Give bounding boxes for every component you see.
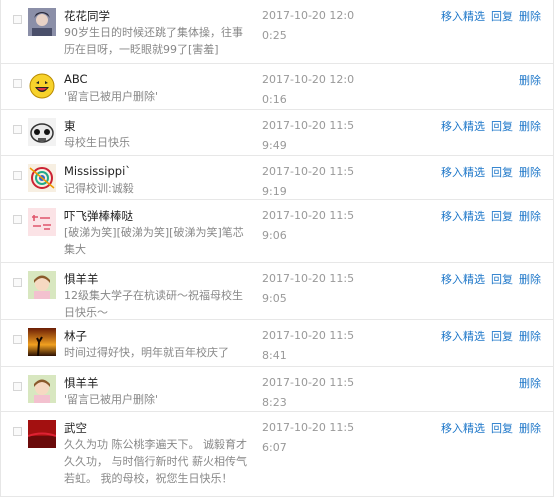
red-landscape-avatar-icon [28,420,56,448]
pink-text-avatar-icon [28,208,56,236]
message-time: 2017-10-20 12:00:25 [262,9,355,42]
delete-button[interactable]: 删除 [519,120,541,133]
message-row: 惧羊羊 '留言已被用户删除' 2017-10-20 11:58:23 删除 [1,367,553,412]
message-content: '留言已被用户删除' [64,393,159,406]
row-actions: 移入精选 回复 删除 [435,208,541,224]
message-time: 2017-10-20 11:59:19 [262,165,355,198]
sunset-avatar-icon [28,328,56,356]
user-name: 花花同学 [64,9,110,23]
user-name: 吓飞弹棒棒哒 [64,209,133,223]
robot-avatar-icon [28,118,56,146]
user-name: 惧羊羊 [64,272,99,286]
delete-button[interactable]: 删除 [519,273,541,286]
user-name: 惧羊羊 [64,376,99,390]
feature-button[interactable]: 移入精选 [441,10,485,23]
user-name: 武空 [64,421,87,435]
message-content: 记得校训:诚毅 [64,182,134,195]
message-content: 母校生日快乐 [64,136,130,149]
row-actions: 移入精选 回复 删除 [435,328,541,344]
delete-button[interactable]: 删除 [519,210,541,223]
message-content: 90岁生日的时候还跳了集体操，往事历在目呀，一眨眼就99了[害羞] [64,26,243,56]
message-row: 武空久久为功 陈公桃李遍天下。 诚毅育才久久功， 与时偕行新时代 薪火相传气若虹… [1,412,553,497]
message-time: 2017-10-20 11:59:06 [262,209,355,242]
row-actions: 移入精选 回复 删除 [435,420,541,436]
message-content: '留言已被用户删除' [64,90,159,103]
message-content: 久久为功 陈公桃李遍天下。 诚毅育才久久功， 与时偕行新时代 薪火相传气若虹。 … [64,438,247,485]
feature-button[interactable]: 移入精选 [441,330,485,343]
avatar-photo-icon [28,8,56,36]
row-checkbox[interactable] [13,215,22,224]
row-actions: 删除 [513,375,541,391]
row-actions: 移入精选 回复 删除 [435,164,541,180]
row-checkbox[interactable] [13,79,22,88]
reply-button[interactable]: 回复 [491,120,513,133]
row-checkbox[interactable] [13,427,22,436]
user-name: 東 [64,119,76,133]
feature-button[interactable]: 移入精选 [441,166,485,179]
message-row: Mississippi` 记得校训:诚毅 2017-10-20 11:59:19 移入… [1,156,553,200]
message-time: 2017-10-20 12:00:16 [262,73,355,106]
message-row: ABC '留言已被用户删除' 2017-10-20 12:00:16 删除 [1,64,553,110]
delete-button[interactable]: 删除 [519,74,541,87]
row-actions: 移入精选 回复 删除 [435,271,541,287]
message-time: 2017-10-20 11:59:49 [262,119,355,152]
feature-button[interactable]: 移入精选 [441,273,485,286]
girl-avatar-icon [28,375,56,403]
message-row: 吓飞弹棒棒哒 [破涕为笑][破涕为笑][破涕为笑]笔芯集大 2017-10-20 1… [1,200,553,263]
row-actions: 移入精选 回复 删除 [435,8,541,24]
feature-button[interactable]: 移入精选 [441,422,485,435]
message-time: 2017-10-20 11:59:05 [262,272,355,305]
message-time: 2017-10-20 11:56:07 [262,421,355,454]
user-name: 林子 [64,329,87,343]
user-name: Mississippi` [64,164,132,178]
row-actions: 移入精选 回复 删除 [435,118,541,134]
reply-button[interactable]: 回复 [491,273,513,286]
delete-button[interactable]: 删除 [519,166,541,179]
reply-button[interactable]: 回复 [491,10,513,23]
message-row: 林子时间过得好快，明年就百年校庆了 2017-10-20 11:58:41 移入精选… [1,320,553,367]
reply-button[interactable]: 回复 [491,166,513,179]
row-actions: 删除 [513,72,541,88]
message-list: 花花同学 90岁生日的时候还跳了集体操，往事历在目呀，一眨眼就99了[害羞] 201… [0,0,554,497]
reply-button[interactable]: 回复 [491,210,513,223]
message-content: 时间过得好快，明年就百年校庆了 [64,346,229,359]
feature-button[interactable]: 移入精选 [441,210,485,223]
row-checkbox[interactable] [13,125,22,134]
row-checkbox[interactable] [13,171,22,180]
message-content: 12级集大学子在杭读研～祝福母校生日快乐～ [64,289,243,319]
row-checkbox[interactable] [13,15,22,24]
girl-avatar-icon [28,271,56,299]
message-content: [破涕为笑][破涕为笑][破涕为笑]笔芯集大 [64,226,244,256]
reply-button[interactable]: 回复 [491,422,513,435]
colorful-avatar-icon [28,164,56,192]
message-row: 東母校生日快乐 2017-10-20 11:59:49 移入精选 回复 删除 [1,110,553,156]
row-checkbox[interactable] [13,278,22,287]
message-row: 惧羊羊 12级集大学子在杭读研～祝福母校生日快乐～ 2017-10-20 11:59… [1,263,553,320]
feature-button[interactable]: 移入精选 [441,120,485,133]
user-name: ABC [64,72,88,86]
delete-button[interactable]: 删除 [519,330,541,343]
delete-button[interactable]: 删除 [519,377,541,390]
reply-button[interactable]: 回复 [491,330,513,343]
laughing-face-icon [28,72,56,100]
row-checkbox[interactable] [13,335,22,344]
delete-button[interactable]: 删除 [519,10,541,23]
message-time: 2017-10-20 11:58:23 [262,376,355,409]
message-time: 2017-10-20 11:58:41 [262,329,355,362]
row-checkbox[interactable] [13,382,22,391]
delete-button[interactable]: 删除 [519,422,541,435]
message-row: 花花同学 90岁生日的时候还跳了集体操，往事历在目呀，一眨眼就99了[害羞] 201… [1,0,553,64]
